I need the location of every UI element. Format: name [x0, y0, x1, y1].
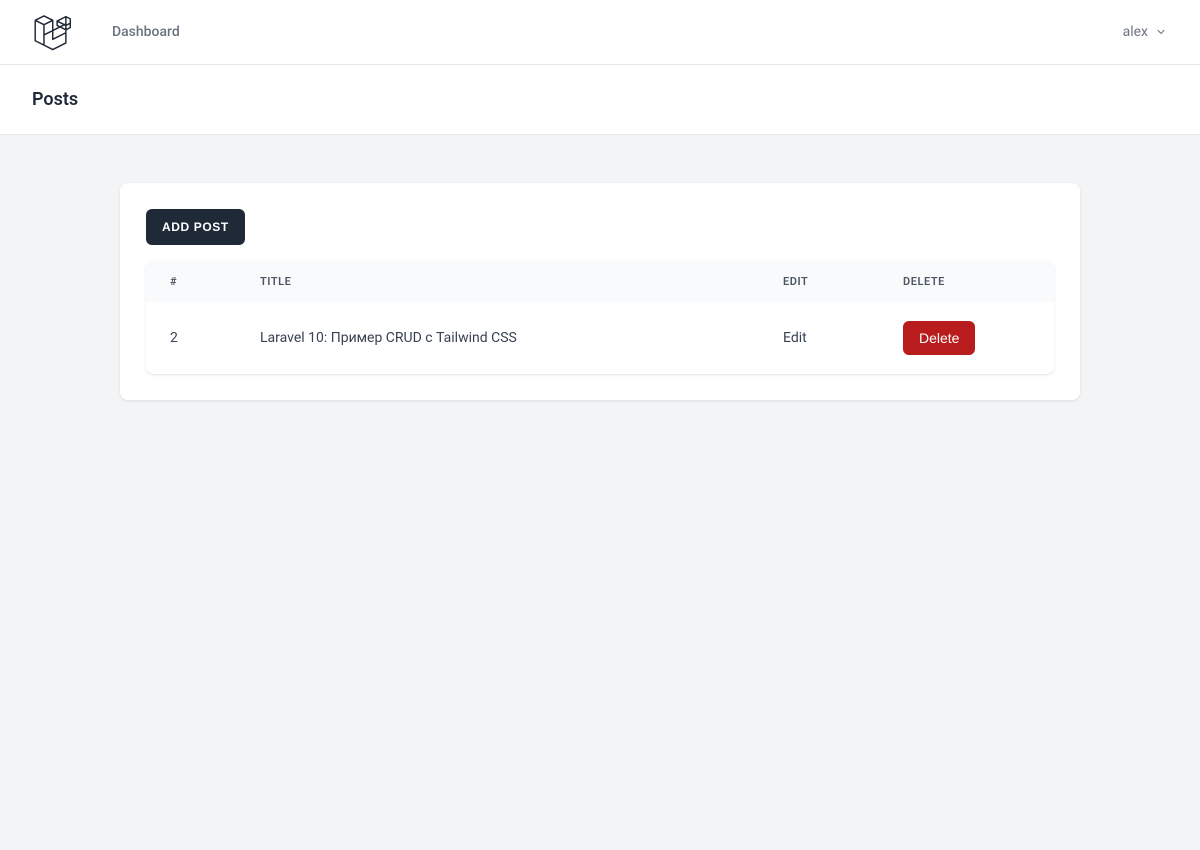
- th-edit: EDIT: [759, 261, 879, 302]
- cell-title: Laravel 10: Пример CRUD с Tailwind CSS: [236, 302, 759, 374]
- laravel-logo-icon[interactable]: [32, 13, 72, 51]
- user-menu[interactable]: alex: [1123, 24, 1168, 40]
- cell-edit: Edit: [759, 302, 879, 374]
- navbar-left: Dashboard: [32, 13, 180, 51]
- navbar: Dashboard alex: [0, 0, 1200, 65]
- table-row: 2 Laravel 10: Пример CRUD с Tailwind CSS…: [146, 302, 1054, 374]
- posts-card: ADD POST # TITLE EDIT DELETE 2 Laravel 1…: [120, 183, 1080, 400]
- table-wrapper: # TITLE EDIT DELETE 2 Laravel 10: Пример…: [146, 261, 1054, 374]
- nav-link-dashboard[interactable]: Dashboard: [112, 24, 180, 40]
- add-post-button[interactable]: ADD POST: [146, 209, 245, 245]
- th-title: TITLE: [236, 261, 759, 302]
- username-label: alex: [1123, 24, 1148, 40]
- page-header: Posts: [0, 65, 1200, 135]
- th-delete: DELETE: [879, 261, 1054, 302]
- cell-delete: Delete: [879, 302, 1054, 374]
- main-container: ADD POST # TITLE EDIT DELETE 2 Laravel 1…: [0, 135, 1200, 448]
- edit-link[interactable]: Edit: [783, 330, 807, 346]
- th-id: #: [146, 261, 236, 302]
- posts-table: # TITLE EDIT DELETE 2 Laravel 10: Пример…: [146, 261, 1054, 374]
- cell-id: 2: [146, 302, 236, 374]
- delete-button[interactable]: Delete: [903, 321, 975, 355]
- page-title: Posts: [32, 89, 1168, 110]
- chevron-down-icon: [1154, 25, 1168, 39]
